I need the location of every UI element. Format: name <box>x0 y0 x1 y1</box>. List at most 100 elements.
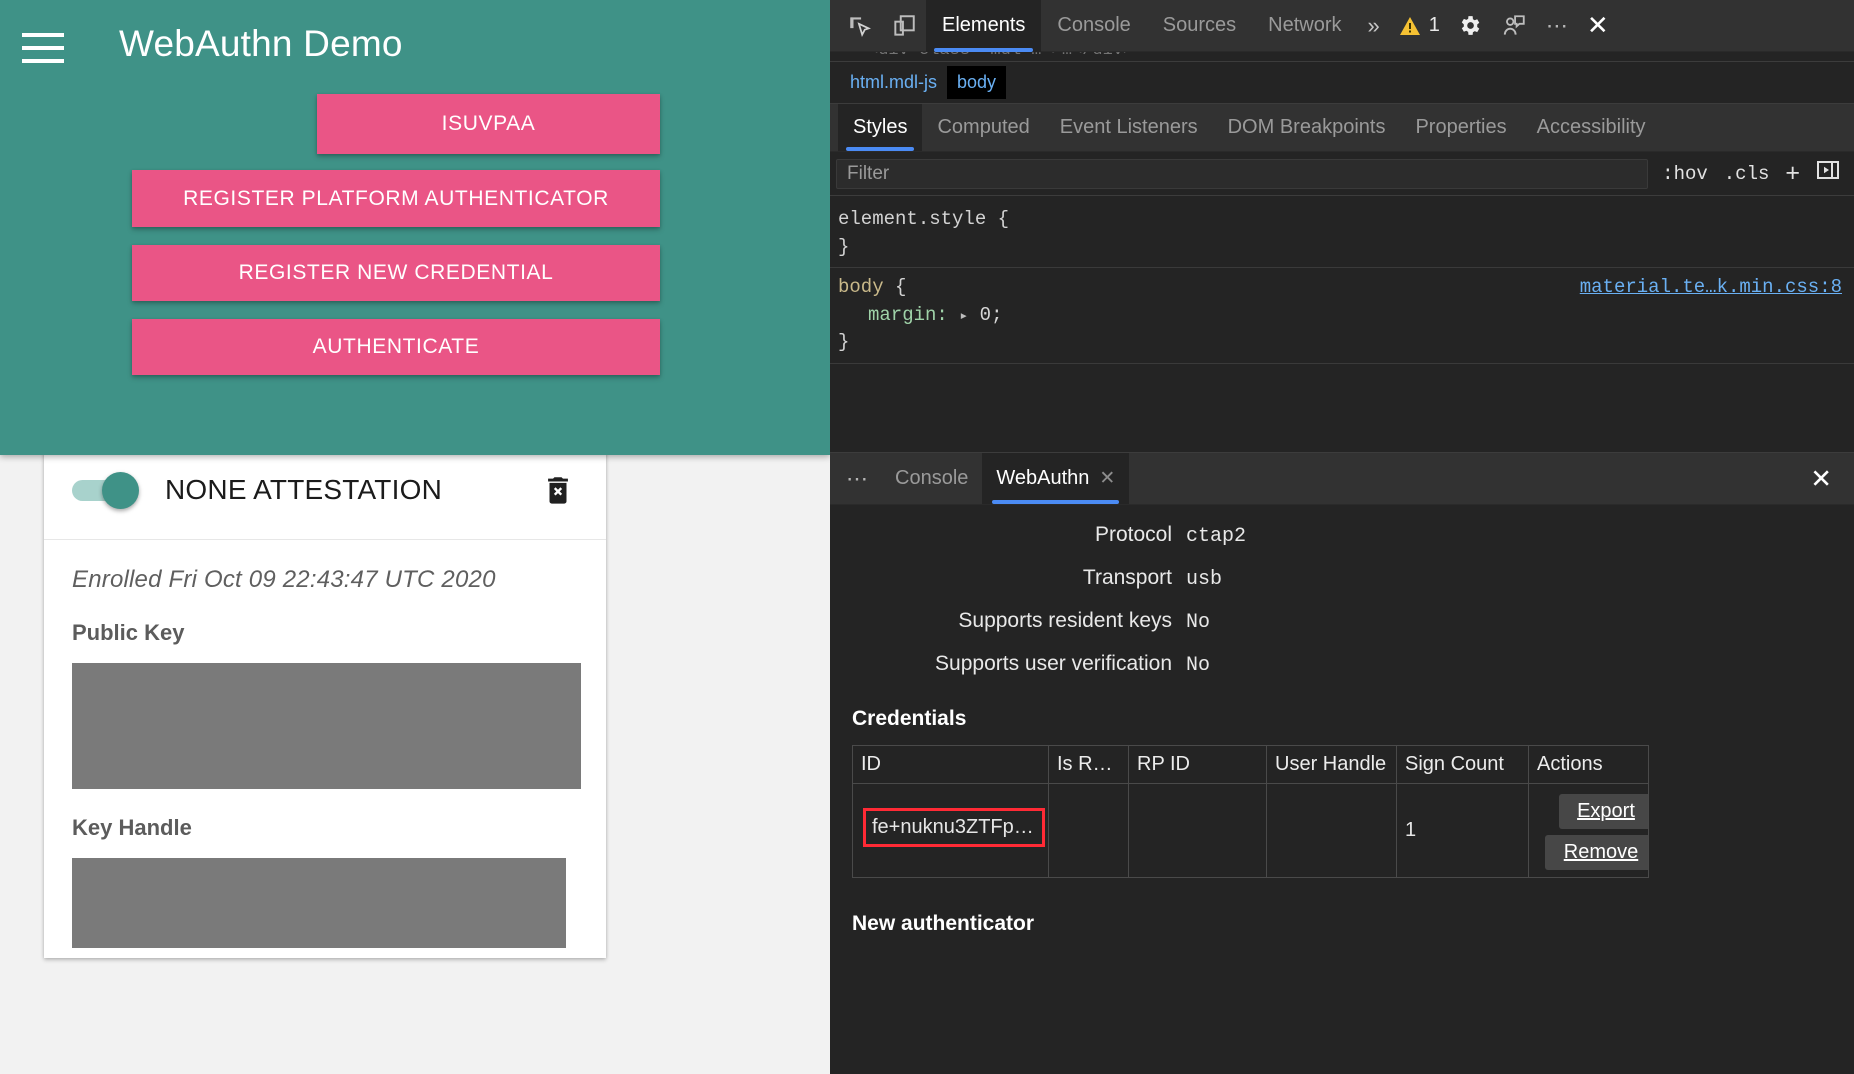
isuvpaa-button[interactable]: ISUVPAA <box>317 94 660 154</box>
credential-card-body: Enrolled Fri Oct 09 22:43:47 UTC 2020 Pu… <box>44 540 606 958</box>
property-key: Transport <box>1082 566 1172 589</box>
table-row[interactable]: fe+nuknu3ZTFpZ… 1 Export Remove <box>852 783 1649 878</box>
credential-card: NONE ATTESTATION Enrolled Fri Oct 09 22:… <box>44 440 606 958</box>
rule-selector-line: element.style { <box>838 206 1854 234</box>
authenticate-button[interactable]: AUTHENTICATE <box>132 319 660 375</box>
warning-triangle-icon <box>1399 16 1420 35</box>
rule-declaration[interactable]: margin: ▸ 0; <box>838 302 1854 330</box>
tab-styles[interactable]: Styles <box>838 104 923 151</box>
rule-close-brace: } <box>838 331 850 354</box>
credential-card-header: NONE ATTESTATION <box>44 440 606 540</box>
property-value: No <box>1186 654 1211 677</box>
register-new-credential-button[interactable]: REGISTER NEW CREDENTIAL <box>132 245 660 301</box>
toggle-thumb <box>102 471 139 509</box>
property-key: Supports resident keys <box>958 609 1172 632</box>
declaration-value[interactable]: 0; <box>980 304 1003 326</box>
property-value: ctap2 <box>1186 525 1247 548</box>
enrolled-timestamp: Enrolled Fri Oct 09 22:43:47 UTC 2020 <box>72 566 496 593</box>
cell-is-resident <box>1048 783 1129 878</box>
new-authenticator-heading: New authenticator <box>852 912 1035 935</box>
elements-tree-ghost-row: <div class="mdl-…">…</div> <box>868 52 1133 60</box>
public-key-label: Public Key <box>72 620 185 645</box>
export-button[interactable]: Export <box>1559 794 1648 829</box>
breadcrumb-item-html[interactable]: html.mdl-js <box>840 66 947 99</box>
warning-indicator[interactable]: 1 <box>1390 14 1448 38</box>
remove-button[interactable]: Remove <box>1545 835 1648 870</box>
expand-triangle-icon[interactable]: ▸ <box>959 308 968 325</box>
cell-user-handle <box>1266 783 1397 878</box>
authenticator-property-row: Supports user verification No <box>852 652 1832 677</box>
authenticator-properties: Protocol ctap2 Transport usb Supports re… <box>852 523 1832 677</box>
rule-selector[interactable]: element.style <box>838 208 986 230</box>
credentials-table: ID Is R… RP ID User Handle Sign Count Ac… <box>852 745 1649 878</box>
tab-console[interactable]: Console <box>1041 0 1146 52</box>
drawer-tab-console[interactable]: Console <box>881 453 982 504</box>
styles-filter-input[interactable] <box>836 158 1649 189</box>
device-toolbar-icon[interactable] <box>882 6 926 46</box>
register-platform-authenticator-button[interactable]: REGISTER PLATFORM AUTHENTICATOR <box>132 170 660 227</box>
rule-selector[interactable]: body <box>838 276 884 298</box>
attestation-toggle-switch[interactable] <box>72 471 140 509</box>
hamburger-icon[interactable] <box>22 33 64 63</box>
drawer-close-icon[interactable]: ✕ <box>1804 462 1838 495</box>
tab-computed[interactable]: Computed <box>922 104 1044 151</box>
webauthn-panel: Protocol ctap2 Transport usb Supports re… <box>830 505 1854 936</box>
public-key-value <box>72 663 581 789</box>
breadcrumb: html.mdl-js body <box>830 62 1854 104</box>
close-icon[interactable]: ✕ <box>1099 467 1115 490</box>
declaration-name[interactable]: margin: <box>838 304 948 326</box>
tab-elements[interactable]: Elements <box>926 0 1042 52</box>
column-header-id[interactable]: ID <box>852 745 1049 784</box>
breadcrumb-item-body[interactable]: body <box>947 66 1007 99</box>
column-header-rp-id[interactable]: RP ID <box>1128 745 1267 784</box>
column-header-actions[interactable]: Actions <box>1528 745 1649 784</box>
tab-sources[interactable]: Sources <box>1147 0 1252 52</box>
tab-accessibility[interactable]: Accessibility <box>1522 104 1661 151</box>
column-header-is-resident[interactable]: Is R… <box>1048 745 1129 784</box>
inspect-element-icon[interactable] <box>838 6 882 46</box>
close-icon[interactable]: ✕ <box>1581 10 1623 41</box>
tab-network[interactable]: Network <box>1252 0 1357 52</box>
hov-toggle[interactable]: :hov <box>1654 163 1716 185</box>
attestation-label: NONE ATTESTATION <box>165 473 442 505</box>
stylesheet-source-link[interactable]: material.te…k.min.css:8 <box>1580 276 1842 298</box>
more-options-icon[interactable]: ⋯ <box>1536 13 1581 39</box>
cell-rp-id <box>1128 783 1267 878</box>
warning-count: 1 <box>1428 14 1440 36</box>
column-header-sign-count[interactable]: Sign Count <box>1396 745 1529 784</box>
person-feedback-icon[interactable] <box>1492 6 1536 46</box>
cls-toggle[interactable]: .cls <box>1716 163 1778 185</box>
authenticator-property-row: Protocol ctap2 <box>852 523 1832 548</box>
hamburger-bar <box>22 46 64 50</box>
credential-id-highlight[interactable]: fe+nuknu3ZTFpZ… <box>863 808 1045 847</box>
style-rule-element-style[interactable]: element.style { } <box>830 200 1854 269</box>
drawer-more-options-icon[interactable]: ⋯ <box>836 453 881 504</box>
hamburger-bar <box>22 33 64 37</box>
screen-root: WebAuthn Demo ISUVPAA REGISTER PLATFORM … <box>0 0 1854 1074</box>
tab-event-listeners[interactable]: Event Listeners <box>1045 104 1213 151</box>
trash-delete-forever-icon[interactable] <box>540 472 576 508</box>
cell-actions: Export Remove <box>1528 783 1649 878</box>
tab-dom-breakpoints[interactable]: DOM Breakpoints <box>1213 104 1401 151</box>
chevron-double-right-icon[interactable]: » <box>1358 13 1390 39</box>
devtools-toolbar: Elements Console Sources Network » 1 ⋯ ✕ <box>830 0 1854 52</box>
authenticator-property-row: Supports resident keys No <box>852 609 1832 634</box>
property-value: usb <box>1186 568 1223 591</box>
column-header-user-handle[interactable]: User Handle <box>1266 745 1397 784</box>
drawer-tab-webauthn[interactable]: WebAuthn ✕ <box>982 453 1130 504</box>
gear-icon[interactable] <box>1448 6 1492 46</box>
styles-filter-row: :hov .cls + <box>830 152 1854 196</box>
styles-sidebar-tabs: Styles Computed Event Listeners DOM Brea… <box>830 104 1854 152</box>
property-key: Protocol <box>1094 523 1172 546</box>
style-rule-body[interactable]: body { material.te…k.min.css:8 margin: ▸… <box>830 268 1854 364</box>
cell-credential-id[interactable]: fe+nuknu3ZTFpZ… <box>852 783 1049 878</box>
styles-rules-list: element.style { } body { material.te…k.m… <box>830 196 1854 388</box>
new-style-rule-button[interactable]: + <box>1777 159 1808 188</box>
property-key: Supports user verification <box>935 652 1172 675</box>
hamburger-bar <box>22 59 64 63</box>
rule-open-brace: { <box>883 276 907 299</box>
cell-sign-count: 1 <box>1396 783 1529 878</box>
key-handle-value <box>72 858 566 948</box>
tab-properties[interactable]: Properties <box>1400 104 1521 151</box>
sidebar-toggle-icon[interactable] <box>1808 159 1848 188</box>
